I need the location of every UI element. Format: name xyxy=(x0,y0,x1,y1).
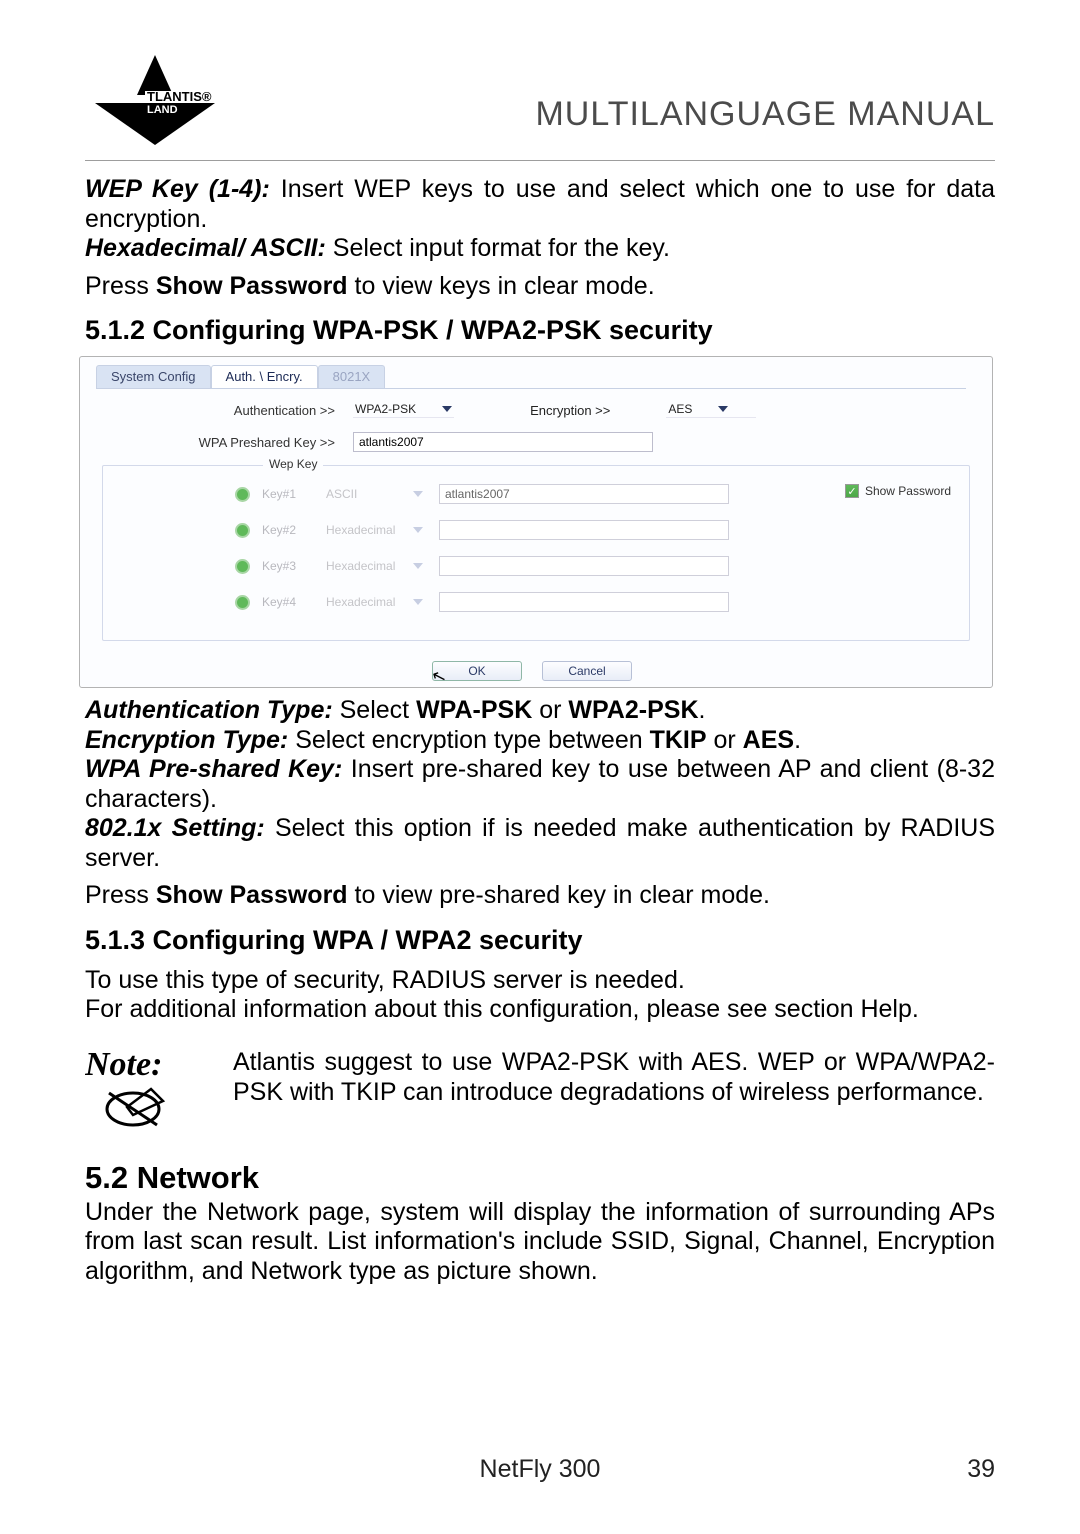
wep-key-row-3: Key#3 Hexadecimal xyxy=(115,556,729,576)
chevron-down-icon xyxy=(413,563,423,569)
header-title: MULTILANGUAGE MANUAL xyxy=(535,95,995,134)
psk-row: WPA Preshared Key >> xyxy=(110,432,653,452)
press-pre: Press xyxy=(85,272,156,300)
encryption-label: Encryption >> xyxy=(530,403,610,418)
svg-text:LAND: LAND xyxy=(147,104,178,116)
atlantis-logo-icon: TLANTIS® LAND xyxy=(85,55,225,145)
header-divider xyxy=(85,160,995,161)
radio-key1[interactable] xyxy=(235,487,250,502)
dialog-buttons: OK Cancel xyxy=(432,661,632,681)
key1-format-dropdown[interactable]: ASCII xyxy=(322,487,427,502)
key3-input[interactable] xyxy=(439,556,729,576)
dot1x-label: 802.1x Setting: xyxy=(85,814,265,842)
after-screenshot-block: Authentication Type: Select WPA-PSK or W… xyxy=(85,696,995,911)
key3-format-dropdown[interactable]: Hexadecimal xyxy=(322,559,427,574)
tab-strip: System Config Auth. \ Encry. 8021X xyxy=(96,365,966,389)
key1-input[interactable] xyxy=(439,484,729,504)
key3-format-value: Hexadecimal xyxy=(326,559,395,573)
page-footer: NetFly 300 39 xyxy=(85,1455,995,1484)
intro-block: WEP Key (1-4): Insert WEP keys to use an… xyxy=(85,175,995,301)
show-password-label: Show Password xyxy=(865,484,951,498)
psk-input[interactable] xyxy=(353,432,653,452)
key4-format-dropdown[interactable]: Hexadecimal xyxy=(322,595,427,610)
hex-ascii-label: Hexadecimal/ ASCII: xyxy=(85,234,326,262)
enc-type-label: Encryption Type: xyxy=(85,726,288,754)
svg-text:Note:: Note: xyxy=(85,1047,162,1083)
heading-512: 5.1.2 Configuring WPA-PSK / WPA2-PSK sec… xyxy=(85,315,995,346)
sec513-p2: For additional information about this co… xyxy=(85,995,995,1025)
auth-type-label: Authentication Type: xyxy=(85,696,333,724)
chevron-down-icon xyxy=(413,527,423,533)
encryption-dropdown[interactable]: AES xyxy=(666,402,756,418)
chevron-down-icon xyxy=(413,599,423,605)
key1-label: Key#1 xyxy=(262,487,310,501)
heading-52: 5.2 Network xyxy=(85,1160,995,1196)
key4-input[interactable] xyxy=(439,592,729,612)
show-password-bold-2: Show Password xyxy=(156,881,348,909)
wep-key-group: Wep Key Key#1 ASCII Key#2 Hexadecimal xyxy=(102,465,970,641)
key1-format-value: ASCII xyxy=(326,487,357,501)
page-header: TLANTIS® LAND MULTILANGUAGE MANUAL xyxy=(85,55,995,150)
footer-product: NetFly 300 xyxy=(85,1455,995,1484)
sec513-p1: To use this type of security, RADIUS ser… xyxy=(85,966,995,996)
press-post: to view keys in clear mode. xyxy=(348,272,655,300)
show-password-checkbox-row: ✓ Show Password xyxy=(845,484,951,498)
wep-key-legend: Wep Key xyxy=(263,457,323,471)
encryption-value: AES xyxy=(668,402,692,416)
heading-513: 5.1.3 Configuring WPA / WPA2 security xyxy=(85,925,995,956)
brand-logo: TLANTIS® LAND xyxy=(85,55,225,150)
authentication-label: Authentication >> xyxy=(110,403,335,418)
wpa-psk-label: WPA Pre-shared Key: xyxy=(85,755,342,783)
cancel-button[interactable]: Cancel xyxy=(542,661,632,681)
svg-text:TLANTIS®: TLANTIS® xyxy=(147,89,212,104)
wep-key-row-2: Key#2 Hexadecimal xyxy=(115,520,729,540)
note-block: Note: Atlantis suggest to use WPA2-PSK w… xyxy=(85,1047,995,1142)
key4-label: Key#4 xyxy=(262,595,310,609)
key2-format-dropdown[interactable]: Hexadecimal xyxy=(322,523,427,538)
key2-format-value: Hexadecimal xyxy=(326,523,395,537)
note-text: Atlantis suggest to use WPA2-PSK with AE… xyxy=(233,1047,995,1107)
tab-auth-encry[interactable]: Auth. \ Encry. xyxy=(211,365,318,388)
tab-8021x[interactable]: 8021X xyxy=(318,365,386,388)
sec52-p: Under the Network page, system will disp… xyxy=(85,1198,995,1287)
wep-key-label: WEP Key (1-4): xyxy=(85,175,270,203)
chevron-down-icon xyxy=(718,406,728,412)
wep-key-row-1: Key#1 ASCII xyxy=(115,484,729,504)
authentication-value: WPA2-PSK xyxy=(355,402,416,416)
sec513-body: To use this type of security, RADIUS ser… xyxy=(85,966,995,1025)
auth-row: Authentication >> WPA2-PSK Encryption >>… xyxy=(110,402,756,418)
radio-key3[interactable] xyxy=(235,559,250,574)
show-password-checkbox[interactable]: ✓ xyxy=(845,484,859,498)
chevron-down-icon xyxy=(413,491,423,497)
tab-system-config[interactable]: System Config xyxy=(96,365,211,388)
psk-label: WPA Preshared Key >> xyxy=(110,435,335,450)
wep-key-row-4: Key#4 Hexadecimal xyxy=(115,592,729,612)
chevron-down-icon xyxy=(442,406,452,412)
key2-label: Key#2 xyxy=(262,523,310,537)
hex-ascii-text: Select input format for the key. xyxy=(326,234,670,262)
radio-key4[interactable] xyxy=(235,595,250,610)
key4-format-value: Hexadecimal xyxy=(326,595,395,609)
key2-input[interactable] xyxy=(439,520,729,540)
key3-label: Key#3 xyxy=(262,559,310,573)
radio-key2[interactable] xyxy=(235,523,250,538)
sec52-body: Under the Network page, system will disp… xyxy=(85,1198,995,1287)
note-icon: Note: xyxy=(85,1047,215,1142)
config-screenshot-panel: System Config Auth. \ Encry. 8021X Authe… xyxy=(79,356,993,688)
show-password-bold: Show Password xyxy=(156,272,348,300)
authentication-dropdown[interactable]: WPA2-PSK xyxy=(353,402,454,418)
